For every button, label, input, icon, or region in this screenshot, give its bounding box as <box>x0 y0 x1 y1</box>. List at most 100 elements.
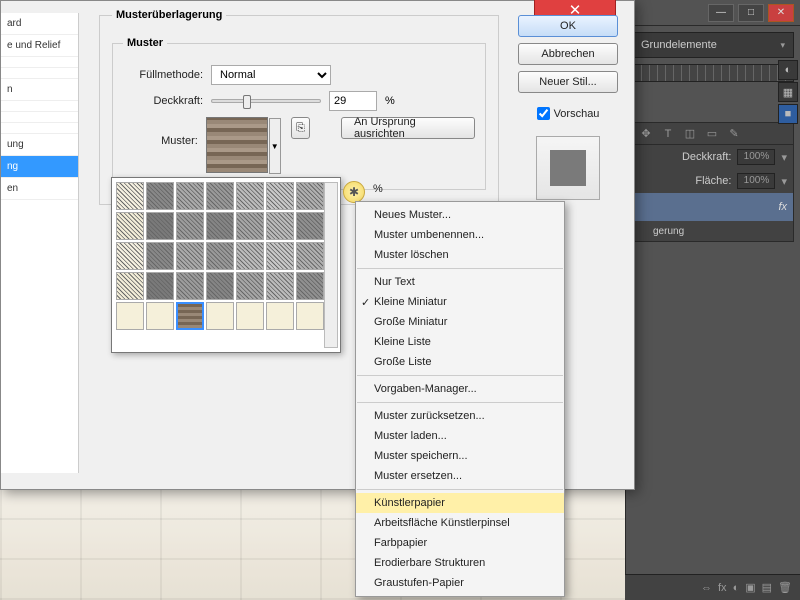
pattern-swatch[interactable] <box>236 242 264 270</box>
move-icon[interactable]: ✥ <box>639 127 653 141</box>
pattern-swatch[interactable] <box>296 272 324 300</box>
style-list-item[interactable]: en <box>1 178 78 200</box>
crop-icon[interactable]: ◫ <box>683 127 697 141</box>
preview-checkbox[interactable] <box>537 107 550 120</box>
opacity-input[interactable] <box>329 91 377 111</box>
style-list-item[interactable]: ng <box>1 156 78 178</box>
close-button[interactable]: ✕ <box>768 4 794 22</box>
menu-item[interactable]: Farbpapier <box>356 533 564 553</box>
pattern-swatch[interactable] <box>146 242 174 270</box>
pattern-swatch[interactable] <box>266 242 294 270</box>
menu-item[interactable]: Erodierbare Strukturen <box>356 553 564 573</box>
pattern-swatch[interactable] <box>296 242 324 270</box>
dropdown-icon[interactable]: ▾ <box>781 151 787 164</box>
fx-icon[interactable]: fx <box>718 582 727 594</box>
pattern-swatch[interactable] <box>116 182 144 210</box>
link-icon[interactable]: ⇔ <box>701 582 712 594</box>
style-list-item[interactable] <box>1 101 78 112</box>
style-list-item[interactable] <box>1 112 78 123</box>
panel-icon-active[interactable]: ■ <box>778 104 798 124</box>
menu-item[interactable]: Graustufen-Papier <box>356 573 564 593</box>
pattern-swatch[interactable] <box>146 212 174 240</box>
opacity-value[interactable]: 100% <box>737 149 775 165</box>
style-list-item[interactable] <box>1 123 78 134</box>
pattern-picker-popup[interactable] <box>111 177 341 353</box>
type-icon[interactable]: T <box>661 127 675 141</box>
style-list-item[interactable]: ung <box>1 134 78 156</box>
cancel-button[interactable]: Abbrechen <box>518 43 618 65</box>
menu-item[interactable]: Neues Muster... <box>356 205 564 225</box>
pattern-swatch[interactable] <box>116 242 144 270</box>
pattern-swatch[interactable] <box>266 182 294 210</box>
pattern-swatch[interactable] <box>206 272 234 300</box>
pattern-swatch[interactable] <box>116 302 144 330</box>
menu-item[interactable]: Nur Text <box>356 272 564 292</box>
workspace-dropdown[interactable]: Grundelemente <box>632 32 794 58</box>
pattern-swatch[interactable] <box>176 272 204 300</box>
blend-mode-select[interactable]: Normal <box>211 65 331 85</box>
dropdown-icon[interactable]: ▾ <box>781 175 787 188</box>
style-list-item[interactable] <box>1 68 78 79</box>
menu-item[interactable]: Muster speichern... <box>356 446 564 466</box>
gear-icon[interactable]: ✱ <box>343 181 365 203</box>
slider-thumb[interactable] <box>243 95 251 109</box>
fill-value[interactable]: 100% <box>737 173 775 189</box>
menu-item[interactable]: Künstlerpapier <box>356 493 564 513</box>
folder-icon[interactable]: ▣ <box>745 581 755 594</box>
snap-origin-button[interactable]: An Ursprung ausrichten <box>341 117 475 139</box>
pattern-swatch[interactable] <box>176 212 204 240</box>
preview-checkbox-row[interactable]: Vorschau <box>537 107 600 120</box>
menu-item[interactable]: Muster zurücksetzen... <box>356 406 564 426</box>
path-icon[interactable]: ✎ <box>727 127 741 141</box>
menu-item[interactable]: Muster löschen <box>356 245 564 265</box>
pattern-swatch[interactable] <box>176 182 204 210</box>
ok-button[interactable]: OK <box>518 15 618 37</box>
opacity-slider[interactable] <box>211 99 321 103</box>
new-style-button[interactable]: Neuer Stil... <box>518 71 618 93</box>
shape-icon[interactable]: ▭ <box>705 127 719 141</box>
pattern-swatch[interactable] <box>176 242 204 270</box>
pattern-thumbnail[interactable]: ▼ <box>206 117 268 173</box>
menu-item[interactable]: Vorgaben-Manager... <box>356 379 564 399</box>
maximize-button[interactable]: □ <box>738 4 764 22</box>
menu-item[interactable]: Kleine Liste <box>356 332 564 352</box>
pattern-swatch[interactable] <box>206 182 234 210</box>
pattern-swatch[interactable] <box>296 302 324 330</box>
pattern-swatch[interactable] <box>266 302 294 330</box>
pattern-swatch[interactable] <box>266 212 294 240</box>
swatches-icon[interactable]: ▦ <box>778 82 798 102</box>
pattern-swatch[interactable] <box>266 272 294 300</box>
menu-item[interactable]: Muster ersetzen... <box>356 466 564 486</box>
pattern-swatch[interactable] <box>236 302 264 330</box>
pattern-swatch[interactable] <box>236 272 264 300</box>
pattern-swatch[interactable] <box>116 212 144 240</box>
menu-item[interactable]: Große Miniatur <box>356 312 564 332</box>
style-list-item[interactable]: n <box>1 79 78 101</box>
menu-item[interactable]: Kleine Miniatur <box>356 292 564 312</box>
pattern-swatch[interactable] <box>296 182 324 210</box>
layer-effect-row[interactable]: gerung <box>633 221 793 241</box>
menu-item[interactable]: Muster umbenennen... <box>356 225 564 245</box>
pattern-swatch[interactable] <box>236 212 264 240</box>
trash-icon[interactable]: 🗑 <box>778 581 792 594</box>
pattern-swatch[interactable] <box>206 212 234 240</box>
pattern-dropdown-icon[interactable]: ▼ <box>269 118 281 174</box>
pattern-swatch[interactable] <box>236 182 264 210</box>
style-list-item[interactable] <box>1 57 78 68</box>
pattern-swatch[interactable] <box>176 302 204 330</box>
pattern-swatch[interactable] <box>146 302 174 330</box>
style-list-item[interactable]: ard <box>1 13 78 35</box>
scrollbar[interactable] <box>324 182 338 348</box>
new-pattern-button[interactable]: ⎘ <box>291 117 310 139</box>
pattern-swatch[interactable] <box>146 272 174 300</box>
mask-icon[interactable]: ◐ <box>733 582 740 594</box>
new-layer-icon[interactable]: ▤ <box>762 581 772 594</box>
menu-item[interactable]: Muster laden... <box>356 426 564 446</box>
minimize-button[interactable]: — <box>708 4 734 22</box>
color-icon[interactable]: ◐ <box>778 60 798 80</box>
pattern-swatch[interactable] <box>206 242 234 270</box>
pattern-swatch[interactable] <box>206 302 234 330</box>
menu-item[interactable]: Arbeitsfläche Künstlerpinsel <box>356 513 564 533</box>
layer-row[interactable]: fx <box>633 193 793 221</box>
style-list-item[interactable]: e und Relief <box>1 35 78 57</box>
